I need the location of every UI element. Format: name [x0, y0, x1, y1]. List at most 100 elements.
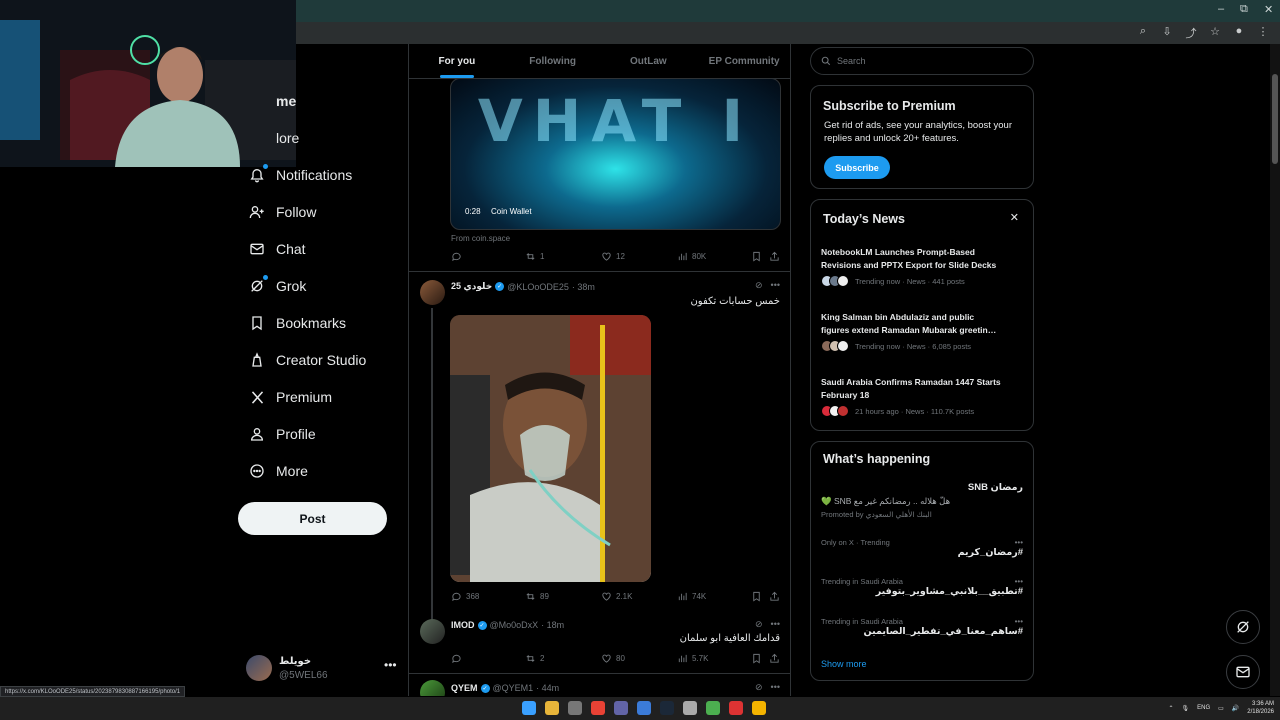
- mic-app-icon[interactable]: [729, 701, 743, 715]
- tweet-author-handle[interactable]: @Mo0oDxX: [490, 620, 539, 630]
- language-indicator[interactable]: ENG: [1197, 705, 1210, 711]
- news-item[interactable]: King Salman bin Abdulaziz and public fig…: [821, 311, 1026, 352]
- tweet-avatar[interactable]: [420, 619, 445, 644]
- tweet-photo[interactable]: [450, 315, 651, 582]
- ad-source[interactable]: From coin.space: [451, 234, 510, 243]
- subscribe-button[interactable]: Subscribe: [824, 156, 890, 179]
- post-button[interactable]: Post: [238, 502, 387, 535]
- trend-item[interactable]: Only on X · Trending #رمضان_كريم •••: [821, 538, 1023, 558]
- search-input[interactable]: [837, 56, 1017, 66]
- nav-follow[interactable]: Follow: [238, 197, 398, 227]
- grok-explain-icon[interactable]: ⊘: [755, 619, 763, 630]
- tray-chevron-icon[interactable]: ⌃: [1168, 705, 1173, 712]
- star-icon[interactable]: ☆: [1208, 25, 1222, 41]
- like-button[interactable]: 12: [601, 251, 625, 262]
- nav-home[interactable]: me: [238, 86, 398, 116]
- views-button[interactable]: 80K: [677, 251, 706, 262]
- search-box[interactable]: [810, 47, 1034, 75]
- bookmark-button[interactable]: [751, 653, 762, 664]
- close-window-button[interactable]: ✕: [1264, 3, 1273, 16]
- start-icon[interactable]: [522, 701, 536, 715]
- scrollbar[interactable]: [1270, 44, 1280, 696]
- video-player[interactable]: VHAT I 0:28 Coin Wallet: [450, 78, 781, 230]
- share-button[interactable]: [769, 591, 780, 602]
- trend-item[interactable]: Trending in Saudi Arabia #تطبيق__بلانبي_…: [821, 577, 1023, 597]
- steam-icon[interactable]: [660, 701, 674, 715]
- volume-icon[interactable]: 🔊: [1232, 705, 1239, 712]
- tweet-time[interactable]: · 38m: [572, 282, 595, 292]
- zoom-icon[interactable]: ⌕: [1136, 25, 1150, 41]
- reply-button[interactable]: [451, 653, 462, 664]
- views-button[interactable]: 74K: [677, 591, 706, 602]
- tab-for-you[interactable]: For you: [409, 44, 505, 78]
- news-item[interactable]: NotebookLM Launches Prompt-Based Revisio…: [821, 246, 1026, 287]
- share-button[interactable]: [769, 251, 780, 262]
- mic-icon[interactable]: 🎙: [1182, 705, 1190, 712]
- tab-ep-community[interactable]: EP Community: [696, 44, 790, 78]
- clock[interactable]: 3:36 AM 2/18/2026: [1247, 700, 1274, 716]
- repost-button[interactable]: 89: [525, 591, 549, 602]
- tab-following[interactable]: Following: [505, 44, 601, 78]
- grok-explain-icon[interactable]: ⊘: [755, 682, 763, 693]
- tweet-time[interactable]: · 18m: [541, 620, 564, 630]
- tweet-author-handle[interactable]: @KLOoODE25: [507, 282, 569, 292]
- nav-chat[interactable]: Chat: [238, 234, 398, 264]
- promoted-trend[interactable]: رمضان SNB هلّ هلاله .. رمضانكم غير مع SN…: [821, 482, 1023, 519]
- tweet-more-icon[interactable]: •••: [771, 619, 780, 630]
- chrome-icon[interactable]: [591, 701, 605, 715]
- obs-icon[interactable]: [683, 701, 697, 715]
- trend-more-icon[interactable]: •••: [1015, 617, 1023, 626]
- nav-grok[interactable]: Grok: [238, 271, 398, 301]
- network-icon[interactable]: ▭: [1218, 705, 1224, 712]
- like-button[interactable]: 2.1K: [601, 591, 632, 602]
- grok-explain-icon[interactable]: ⊘: [755, 280, 763, 291]
- tweet-avatar[interactable]: [420, 280, 445, 305]
- discord-icon[interactable]: [614, 701, 628, 715]
- tweet-author-name[interactable]: QYEM: [451, 683, 478, 693]
- nav-more[interactable]: More: [238, 456, 398, 486]
- bookmark-button[interactable]: [751, 251, 762, 262]
- app-icon[interactable]: [637, 701, 651, 715]
- minimize-button[interactable]: –: [1218, 3, 1224, 15]
- like-button[interactable]: 80: [601, 653, 625, 664]
- install-icon[interactable]: ⇩: [1160, 25, 1174, 41]
- tweet-time[interactable]: · 44m: [536, 683, 559, 693]
- reply-button[interactable]: 368: [451, 591, 479, 602]
- nav-profile[interactable]: Profile: [238, 419, 398, 449]
- app-icon[interactable]: [752, 701, 766, 715]
- messages-floating-button[interactable]: [1226, 655, 1260, 689]
- browser-menu-icon[interactable]: ⋮: [1256, 25, 1270, 41]
- show-more-link[interactable]: Show more: [821, 659, 867, 669]
- settings-icon[interactable]: [568, 701, 582, 715]
- grok-floating-button[interactable]: [1226, 610, 1260, 644]
- repost-button[interactable]: 1: [525, 251, 544, 262]
- nav-notifications[interactable]: Notifications: [238, 160, 398, 190]
- bookmark-button[interactable]: [751, 591, 762, 602]
- nav-bookmarks[interactable]: Bookmarks: [238, 308, 398, 338]
- trend-item[interactable]: Trending in Saudi Arabia #ساهم_معنا_في_ت…: [821, 617, 1023, 637]
- share-icon[interactable]: ⤴: [1184, 25, 1198, 41]
- tweet-author-name[interactable]: خلودي 25: [451, 281, 492, 292]
- scroll-thumb[interactable]: [1272, 74, 1278, 164]
- app-icon[interactable]: [706, 701, 720, 715]
- tweet-more-icon[interactable]: •••: [771, 682, 780, 693]
- repost-button[interactable]: 2: [525, 653, 544, 664]
- tab-outlaw[interactable]: OutLaw: [601, 44, 697, 78]
- trend-more-icon[interactable]: •••: [1015, 577, 1023, 586]
- tweet-author-name[interactable]: IMOD: [451, 620, 475, 630]
- close-icon[interactable]: ✕: [1010, 211, 1019, 224]
- views-button[interactable]: 5.7K: [677, 653, 708, 664]
- account-more-icon[interactable]: •••: [384, 658, 397, 672]
- trend-more-icon[interactable]: •••: [1015, 538, 1023, 547]
- nav-premium[interactable]: Premium: [238, 382, 398, 412]
- news-item[interactable]: Saudi Arabia Confirms Ramadan 1447 Start…: [821, 376, 1026, 417]
- reply-button[interactable]: [451, 251, 462, 262]
- nav-creator-studio[interactable]: Creator Studio: [238, 345, 398, 375]
- maximize-button[interactable]: ⧉: [1240, 3, 1248, 16]
- tweet-avatar[interactable]: [420, 680, 445, 696]
- account-switcher[interactable]: خويلط @5WEL66 •••: [246, 655, 406, 685]
- tweet-more-icon[interactable]: •••: [771, 280, 780, 291]
- profile-avatar-icon[interactable]: ●: [1232, 25, 1246, 41]
- share-button[interactable]: [769, 653, 780, 664]
- file-explorer-icon[interactable]: [545, 701, 559, 715]
